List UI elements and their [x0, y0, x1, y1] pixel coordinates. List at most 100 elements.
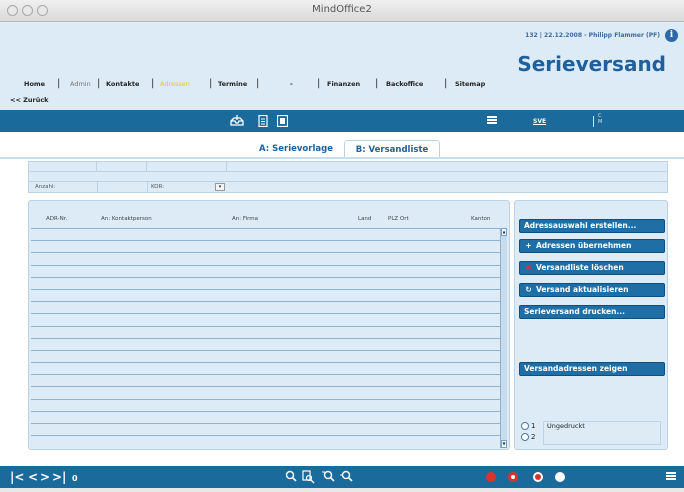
find-in-list-icon[interactable] [302, 470, 315, 484]
nav-admin[interactable]: Admin [70, 80, 91, 88]
column-header[interactable]: PLZ Ort [388, 216, 409, 222]
back-link[interactable]: << Zurück [10, 96, 49, 104]
radio-option-2[interactable] [521, 433, 529, 441]
column-header[interactable]: An: Firma [232, 216, 258, 222]
app-window: MindOffice2 132 | 22.12.2008 - Philipp F… [0, 0, 684, 492]
delete-icon: ✖ [525, 263, 532, 272]
table-row[interactable] [31, 400, 501, 412]
table-row[interactable] [31, 363, 501, 376]
radio-label: Ungedruckt [547, 422, 585, 430]
nav-separator: | [57, 78, 61, 89]
table-scrollbar[interactable]: ▲ ▼ [500, 228, 507, 448]
versandliste-loeschen-button[interactable]: ✖ Versandliste löschen [519, 261, 665, 275]
table-row[interactable] [31, 278, 501, 290]
tab-serievorlage[interactable]: A: Serievorlage [250, 140, 342, 158]
column-header[interactable]: Kanton [471, 216, 490, 222]
nav-adressen[interactable]: Adressen [160, 80, 190, 88]
title-bar: MindOffice2 [0, 0, 684, 22]
info-icon[interactable]: i [665, 29, 678, 42]
menu-icon[interactable] [666, 472, 676, 482]
radio-number: 2 [531, 433, 536, 441]
user-info: 132 | 22.12.2008 - Philipp Flammer (PF) [525, 32, 660, 39]
scroll-down-icon[interactable]: ▼ [501, 440, 507, 448]
inbox-tray-icon[interactable] [229, 115, 245, 127]
versand-aktualisieren-button[interactable]: ↻ Versand aktualisieren [519, 283, 665, 297]
adressauswahl-erstellen-button[interactable]: Adressauswahl erstellen... [519, 219, 665, 233]
previous-record-icon[interactable]: < [28, 470, 38, 484]
table-row[interactable] [31, 339, 501, 351]
table-row[interactable] [31, 424, 501, 437]
button-label: Adressen übernehmen [536, 241, 632, 250]
bottom-toolbar: |< < > >| 0 [0, 466, 684, 488]
table-row[interactable] [31, 266, 501, 278]
top-toolbar: SVE C M [0, 110, 684, 132]
next-record-icon[interactable]: > [40, 470, 50, 484]
table-row[interactable] [31, 302, 501, 315]
pie-chart-alt-icon[interactable] [508, 472, 518, 482]
record-code[interactable]: SVE [533, 118, 546, 125]
nav-separator: | [256, 78, 260, 89]
document-icon[interactable] [258, 115, 268, 127]
nav-finanzen[interactable]: Finanzen [327, 80, 360, 88]
column-header[interactable]: Land [358, 216, 371, 222]
nav-termine[interactable]: Termine [218, 80, 247, 88]
kor-label: KOR: [151, 184, 165, 190]
table-row[interactable] [31, 241, 501, 254]
print-status-radio-group: 1 2 Ungedruckt [521, 421, 663, 445]
serieversand-drucken-button[interactable]: Serieversand drucken... [519, 305, 665, 319]
nav-dash[interactable]: - [290, 80, 293, 88]
adressen-uebernehmen-button[interactable]: + Adressen übernehmen [519, 239, 665, 253]
column-header[interactable]: An: Kontaktperson [101, 216, 152, 222]
action-panel: Adressauswahl erstellen... + Adressen übe… [514, 200, 668, 450]
kor-dropdown[interactable]: ▾ [215, 183, 225, 191]
form-icon[interactable] [277, 115, 288, 127]
table-header: ADR-Nr. An: Kontaktperson An: Firma Land… [29, 201, 509, 227]
search-icon[interactable] [285, 470, 297, 484]
search-next-icon[interactable] [322, 470, 335, 484]
search-all-icon[interactable] [340, 470, 353, 484]
plus-icon: + [525, 241, 532, 250]
window-title: MindOffice2 [312, 4, 372, 15]
table-row[interactable] [31, 412, 501, 424]
table-row[interactable] [31, 327, 501, 339]
table-row[interactable] [31, 351, 501, 364]
table-body [31, 228, 501, 448]
table-row[interactable] [31, 253, 501, 266]
page-title: Serieversand [517, 52, 666, 76]
cm-indicator: C M [598, 113, 602, 125]
refresh-icon: ↻ [525, 285, 532, 294]
nav-separator: | [97, 78, 101, 89]
nav-separator: | [209, 78, 213, 89]
record-counter: 0 [72, 474, 78, 483]
nav-separator: | [317, 78, 321, 89]
header: 132 | 22.12.2008 - Philipp Flammer (PF) … [0, 22, 684, 110]
nav-kontakte[interactable]: Kontakte [106, 80, 139, 88]
nav-sitemap[interactable]: Sitemap [455, 80, 485, 88]
tab-versandliste[interactable]: B: Versandliste [344, 140, 440, 158]
tab-underline [0, 157, 684, 159]
button-label: Versandliste löschen [536, 263, 624, 272]
radio-number: 1 [531, 422, 536, 430]
column-header[interactable]: ADR-Nr. [46, 216, 67, 222]
last-record-icon[interactable]: >| [52, 470, 66, 484]
button-label: Serieversand drucken... [524, 307, 625, 316]
nav-backoffice[interactable]: Backoffice [386, 80, 423, 88]
versandadressen-zeigen-button[interactable]: Versandadressen zeigen [519, 362, 665, 376]
table-row[interactable] [31, 375, 501, 388]
anzahl-label: Anzahl: [35, 184, 56, 190]
table-row[interactable] [31, 290, 501, 303]
scroll-up-icon[interactable]: ▲ [501, 228, 507, 236]
pie-chart-icon[interactable] [486, 472, 496, 482]
status-dot-icon[interactable] [555, 472, 565, 482]
list-icon[interactable] [487, 116, 497, 126]
record-icon[interactable] [533, 472, 543, 482]
table-row[interactable] [31, 314, 501, 327]
radio-ungedruckt[interactable] [521, 422, 529, 430]
table-row[interactable] [31, 229, 501, 242]
nav-separator: | [151, 78, 155, 89]
nav-separator: | [375, 78, 379, 89]
first-record-icon[interactable]: |< [10, 470, 24, 484]
versandliste-table: ADR-Nr. An: Kontaktperson An: Firma Land… [28, 200, 510, 450]
nav-home[interactable]: Home [24, 80, 45, 88]
table-row[interactable] [31, 387, 501, 400]
